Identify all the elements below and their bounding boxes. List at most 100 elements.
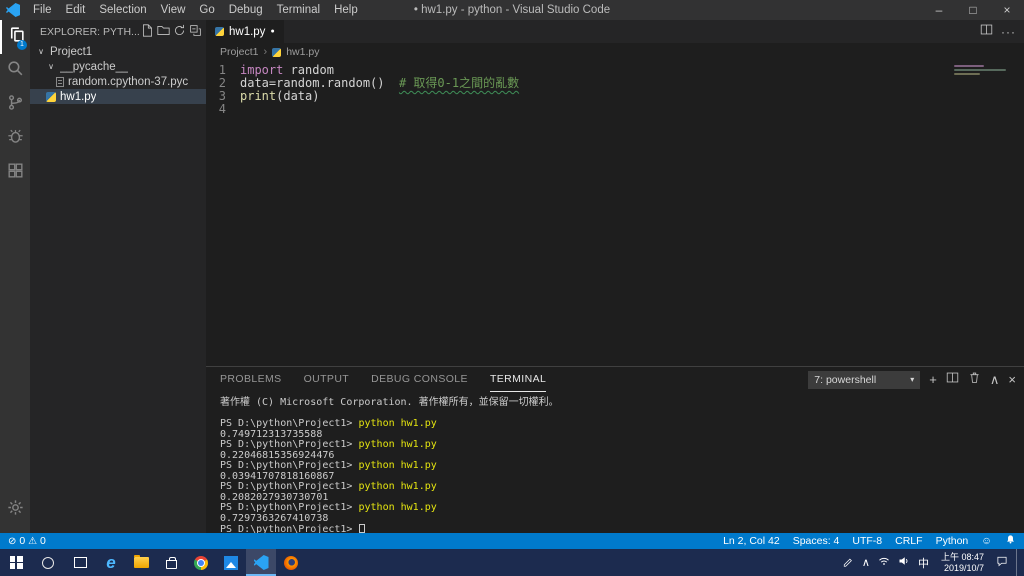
store-icon <box>165 556 177 569</box>
settings-button[interactable] <box>0 493 30 527</box>
menu-go[interactable]: Go <box>192 0 221 20</box>
code-line: 4 <box>206 103 1024 116</box>
explorer-activity-button[interactable]: 1 <box>0 20 30 54</box>
terminal-cursor <box>359 524 366 533</box>
system-tray: ∧ 中 上午 08:47 2019/10/7 <box>842 549 1024 576</box>
kill-terminal-icon[interactable] <box>968 371 981 389</box>
breadcrumb-project[interactable]: Project1 <box>220 46 259 58</box>
extensions-activity-button[interactable] <box>0 156 30 190</box>
task-view-icon <box>73 557 87 568</box>
file-icon <box>56 76 64 87</box>
error-icon: ⊘ <box>8 536 17 547</box>
tree-item-project1[interactable]: ∨ Project1 <box>30 44 206 59</box>
chrome-icon <box>194 555 208 570</box>
pen-icon[interactable] <box>842 554 854 572</box>
panel-tabs: PROBLEMS OUTPUT DEBUG CONSOLE TERMINAL <box>220 368 547 392</box>
maximize-button[interactable]: □ <box>956 0 990 20</box>
new-terminal-icon[interactable]: + <box>929 373 937 386</box>
menu-selection[interactable]: Selection <box>92 0 153 20</box>
store-taskbar-button[interactable] <box>156 549 186 576</box>
status-cursor-position[interactable]: Ln 2, Col 42 <box>723 535 780 547</box>
terminal-output[interactable]: 著作權 (C) Microsoft Corporation. 著作權所有，並保留… <box>206 392 1024 533</box>
panel-tab-debug-console[interactable]: DEBUG CONSOLE <box>371 368 468 392</box>
vscode-taskbar-button[interactable] <box>246 549 276 576</box>
warning-icon: ⚠ <box>28 536 38 547</box>
status-indentation[interactable]: Spaces: 4 <box>793 535 840 547</box>
code-editor[interactable]: 1 import random 2 data=random.random() # 取得… <box>206 61 1024 366</box>
taskbar-search-button[interactable] <box>32 549 64 576</box>
terminal-line: PS D:\python\Project1> python hw1.py <box>220 439 437 450</box>
breadcrumb-file[interactable]: hw1.py <box>286 46 319 58</box>
edge-taskbar-button[interactable]: e <box>96 549 126 576</box>
clock-date: 2019/10/7 <box>943 562 984 573</box>
search-activity-button[interactable] <box>0 54 30 88</box>
panel-tab-problems[interactable]: PROBLEMS <box>220 368 282 392</box>
gear-icon <box>6 498 25 522</box>
minimize-button[interactable]: – <box>922 0 956 20</box>
windows-taskbar: e ∧ 中 上午 08:47 2019/10/7 <box>0 549 1024 576</box>
start-button[interactable] <box>0 549 32 576</box>
split-editor-icon[interactable] <box>980 23 993 41</box>
status-encoding[interactable]: UTF-8 <box>852 535 882 547</box>
file-explorer-taskbar-button[interactable] <box>126 549 156 576</box>
maximize-panel-icon[interactable]: ∧ <box>990 373 1000 386</box>
source-control-activity-button[interactable] <box>0 88 30 122</box>
explorer-tree: ∨ Project1 ∨ __pycache__ random.cpython-37.p… <box>30 44 206 104</box>
tab-label: hw1.py <box>229 25 266 38</box>
network-icon[interactable] <box>878 554 890 572</box>
extensions-icon <box>6 161 25 185</box>
collapse-all-icon[interactable] <box>189 24 202 40</box>
notifications-bell-icon[interactable] <box>1005 534 1016 548</box>
photos-taskbar-button[interactable] <box>216 549 246 576</box>
refresh-icon[interactable] <box>173 24 186 40</box>
task-view-button[interactable] <box>64 549 96 576</box>
edge-icon: e <box>106 552 116 572</box>
menu-help[interactable]: Help <box>327 0 365 20</box>
ime-indicator[interactable]: 中 <box>918 555 929 571</box>
chevron-down-icon: ∨ <box>38 47 44 56</box>
feedback-smiley-icon[interactable]: ☺ <box>981 535 992 547</box>
menu-edit[interactable]: Edit <box>59 0 93 20</box>
python-file-icon <box>46 91 56 102</box>
problems-indicator[interactable]: ⊘ 0 ⚠ 0 <box>8 535 46 547</box>
volume-icon[interactable] <box>898 554 910 572</box>
close-panel-icon[interactable]: × <box>1008 373 1016 386</box>
status-language-mode[interactable]: Python <box>936 535 969 547</box>
chrome-taskbar-button[interactable] <box>186 549 216 576</box>
panel-tab-terminal[interactable]: TERMINAL <box>489 368 547 392</box>
clock-time: 上午 08:47 <box>940 552 984 562</box>
menu-terminal[interactable]: Terminal <box>270 0 327 20</box>
title-bar: File Edit Selection View Go Debug Terminal Help… <box>0 0 1024 20</box>
new-file-icon[interactable] <box>141 24 154 40</box>
show-desktop-button[interactable] <box>1016 549 1020 576</box>
tab-hw1-py[interactable]: hw1.py ● <box>206 20 284 43</box>
close-button[interactable]: × <box>990 0 1024 20</box>
menu-bar: File Edit Selection View Go Debug Terminal Help <box>26 0 365 20</box>
terminal-line: 著作權 (C) Microsoft Corporation. 著作權所有，並保留… <box>220 397 559 408</box>
photos-icon <box>224 555 238 570</box>
new-folder-icon[interactable] <box>157 24 170 40</box>
firefox-taskbar-button[interactable] <box>276 549 306 576</box>
tree-item--pycache-[interactable]: ∨ __pycache__ <box>30 59 206 74</box>
tree-item-hw1-py[interactable]: hw1.py <box>30 89 206 104</box>
split-terminal-icon[interactable] <box>946 371 959 389</box>
menu-debug[interactable]: Debug <box>222 0 270 20</box>
terminal-line: PS D:\python\Project1> python hw1.py <box>220 418 437 429</box>
vscode-icon <box>253 555 269 570</box>
more-actions-icon[interactable]: ··· <box>1001 25 1016 39</box>
action-center-icon[interactable] <box>996 554 1008 572</box>
panel-tab-output[interactable]: OUTPUT <box>304 368 350 392</box>
terminal-shell-select[interactable]: 7: powershell ▾ <box>808 370 921 389</box>
tree-item-random-cpython-37-pyc[interactable]: random.cpython-37.pyc <box>30 74 206 89</box>
menu-view[interactable]: View <box>154 0 193 20</box>
menu-file[interactable]: File <box>26 0 59 20</box>
code-line: 2 data=random.random() # 取得0-1之間的亂數 <box>206 77 1024 90</box>
modified-dot-icon: ● <box>270 28 275 35</box>
status-eol[interactable]: CRLF <box>895 535 922 547</box>
tree-item-label: __pycache__ <box>60 60 129 73</box>
hidden-icons-chevron-icon[interactable]: ∧ <box>862 556 870 569</box>
minimap[interactable] <box>954 65 1010 77</box>
taskbar-clock[interactable]: 上午 08:47 2019/10/7 <box>937 552 988 573</box>
source-control-icon <box>6 93 25 117</box>
debug-activity-button[interactable] <box>0 122 30 156</box>
